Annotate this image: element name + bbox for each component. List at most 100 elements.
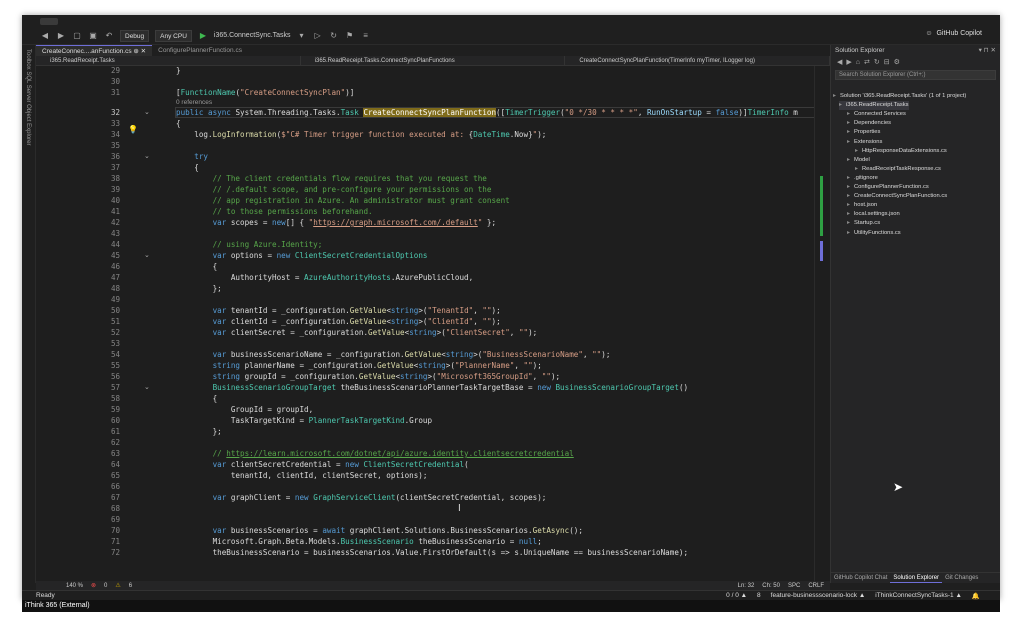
notification-icon[interactable]: 🔔 xyxy=(972,592,980,600)
error-icon[interactable]: ⊗ xyxy=(91,582,96,589)
comment-icon[interactable]: ≡ xyxy=(361,31,371,41)
change-marker xyxy=(820,241,823,261)
configuration-dropdown[interactable]: Debug xyxy=(120,29,150,42)
code-line-32: public async System.Threading.Tasks.Task… xyxy=(175,107,817,118)
expand-icon[interactable]: ▸ xyxy=(855,165,862,174)
tree-item[interactable]: ▸ Extensions xyxy=(847,138,882,147)
run-target-button[interactable]: i365.ConnectSync.Tasks xyxy=(214,32,291,39)
tree-item[interactable]: ▸ Properties xyxy=(847,128,880,137)
expand-icon[interactable]: ▸ xyxy=(847,229,854,238)
warning-count[interactable]: 6 xyxy=(129,583,132,589)
fold-chevron-icon[interactable]: ⌄ xyxy=(144,251,150,259)
code-lines[interactable]: } [FunctionName("CreateConnectSyncPlan")… xyxy=(175,66,817,583)
tree-item[interactable]: ▸ Connected Services xyxy=(847,110,906,119)
forward-icon[interactable]: ▶ xyxy=(56,31,66,41)
reference-count[interactable]: 0 references xyxy=(176,99,816,106)
tree-item[interactable]: ▸ .gitignore xyxy=(847,174,878,183)
code-line-52: var clientSecret = _configuration.GetVal… xyxy=(176,328,538,337)
expand-icon[interactable]: ▸ xyxy=(847,192,854,201)
tree-item[interactable]: ▸ Dependencies xyxy=(847,119,891,128)
home-icon[interactable]: ⌂ xyxy=(856,59,860,66)
indent-indicator[interactable]: SPC xyxy=(788,583,800,589)
back-icon[interactable]: ◀ xyxy=(837,58,842,66)
line-indicator[interactable]: Ln: 32 xyxy=(738,583,755,589)
expand-icon[interactable]: ▸ xyxy=(847,128,854,137)
back-icon[interactable]: ◀ xyxy=(40,31,50,41)
line-ending-indicator[interactable]: CRLF xyxy=(808,583,824,589)
line-number: 43 xyxy=(110,229,120,238)
save-icon[interactable]: ▣ xyxy=(88,31,98,41)
docs-link[interactable]: https://learn.microsoft.com/dotnet/api/a… xyxy=(226,449,573,458)
tree-item[interactable]: ▸ Startup.cs xyxy=(847,219,880,228)
zoom-level[interactable]: 140 % xyxy=(66,583,83,589)
expand-icon[interactable]: ▸ xyxy=(847,110,854,119)
repo-selector[interactable]: iThinkConnectSyncTasks-1 ▲ xyxy=(875,592,962,600)
forward-icon[interactable]: ▶ xyxy=(846,58,851,66)
pending-changes[interactable]: 8 xyxy=(757,592,761,600)
toolbox-label[interactable]: Toolbox SQL Server Object Explorer xyxy=(25,49,31,146)
expand-icon[interactable]: ▸ xyxy=(847,183,854,192)
tree-item-label: Connected Services xyxy=(854,111,906,118)
new-file-icon[interactable]: ▢ xyxy=(72,31,82,41)
expand-icon[interactable]: ▸ xyxy=(847,210,854,219)
tree-item[interactable]: ▸ Solution 'i365.ReadReceipt.Tasks' (1 of… xyxy=(833,92,966,101)
tab-copilot-chat[interactable]: GitHub Copilot Chat xyxy=(831,573,890,583)
error-count[interactable]: 0 xyxy=(104,583,107,589)
run-icon[interactable]: ▶ xyxy=(198,31,208,41)
code-editor[interactable]: 29 30 31 32 33 34 35 36 37 38 39 40 41 42 43 44 45 46 47 48… xyxy=(36,66,830,583)
fold-chevron-icon[interactable]: ⌄ xyxy=(144,108,150,116)
tree-item[interactable]: ▸ HttpResponseDataExtensions.cs xyxy=(855,147,947,156)
lightbulb-icon[interactable]: 💡 xyxy=(128,125,138,134)
class-dropdown[interactable]: i365.ReadReceipt.Tasks.ConnectSyncPlanFu… xyxy=(301,56,566,65)
tree-item[interactable]: ▸ UtilityFunctions.cs xyxy=(847,229,901,238)
branch-selector[interactable]: feature-businessscenario-lock ▲ xyxy=(771,592,866,600)
tab-solution-explorer[interactable]: Solution Explorer xyxy=(890,573,943,583)
code-line-65: tenantId, clientId, clientSecret, option… xyxy=(176,471,428,480)
start-without-debug-icon[interactable]: ▷ xyxy=(313,31,323,41)
refresh-icon[interactable]: ↻ xyxy=(874,58,880,66)
tab-git-changes[interactable]: Git Changes xyxy=(942,573,981,583)
status-bar: Ready 0 / 0 ▲ 8 feature-businessscenario… xyxy=(22,590,1000,600)
fold-chevron-icon[interactable]: ⌄ xyxy=(144,383,150,391)
expand-icon[interactable]: ▸ xyxy=(847,138,854,147)
project-dropdown[interactable]: i365.ReadReceipt.Tasks xyxy=(36,56,301,65)
settings-icon[interactable]: ⚙ xyxy=(894,58,900,66)
tree-item[interactable]: ▸ ConfigurePlannerFunction.cs xyxy=(847,183,929,192)
expand-icon[interactable]: ▸ xyxy=(847,219,854,228)
expand-icon[interactable]: ▸ xyxy=(855,147,862,156)
dropdown-icon[interactable]: ▾ xyxy=(297,31,307,41)
char-indicator[interactable]: Ch: 50 xyxy=(762,583,780,589)
vertical-scrollbar[interactable] xyxy=(814,66,830,583)
fold-chevron-icon[interactable]: ⌄ xyxy=(144,152,150,160)
git-sync-counts[interactable]: 0 / 0 ▲ xyxy=(726,592,747,600)
platform-dropdown[interactable]: Any CPU xyxy=(155,29,192,42)
line-number: 35 xyxy=(110,141,120,150)
bookmark-icon[interactable]: ⚑ xyxy=(345,31,355,41)
expand-icon[interactable]: ▸ xyxy=(847,119,854,128)
scope-link[interactable]: https://graph.microsoft.com/.default xyxy=(313,218,478,227)
expand-icon[interactable]: ▸ xyxy=(847,156,854,165)
github-copilot-button[interactable]: ☺ GitHub Copilot xyxy=(925,30,982,37)
tree-item[interactable]: ▸ local.settings.json xyxy=(847,210,900,219)
expand-icon[interactable]: ▸ xyxy=(833,92,840,101)
collapse-icon[interactable]: ⊟ xyxy=(884,58,890,66)
warning-icon[interactable]: ⚠ xyxy=(115,582,120,589)
solution-search-input[interactable]: Search Solution Explorer (Ctrl+;) xyxy=(835,70,996,80)
sync-icon[interactable]: ⇄ xyxy=(864,58,870,66)
member-dropdown[interactable]: CreateConnectSyncPlanFunction(TimerInfo … xyxy=(565,56,831,65)
line-number: 29 xyxy=(110,66,120,75)
tree-item[interactable]: ▸ Model xyxy=(847,156,870,165)
tree-item[interactable]: ▸ host.json xyxy=(847,201,877,210)
tree-item[interactable]: ▸ ReadReceiptTaskResponse.cs xyxy=(855,165,941,174)
tab-configure-planner[interactable]: ConfigurePlannerFunction.cs xyxy=(152,45,248,56)
expand-icon[interactable]: ▸ xyxy=(847,174,854,183)
expand-icon[interactable]: ▸ xyxy=(839,101,846,110)
refresh-icon[interactable]: ↻ xyxy=(329,31,339,41)
tree-item[interactable]: ▸ i365.ReadReceipt.Tasks xyxy=(839,101,909,110)
expand-icon[interactable]: ▸ xyxy=(847,201,854,210)
undo-icon[interactable]: ↶ xyxy=(104,31,114,41)
tree-item-label: Model xyxy=(854,156,870,163)
panel-controls[interactable]: ▾ ⊓ ✕ xyxy=(979,45,1000,56)
tree-item[interactable]: ▸ CreateConnectSyncPlanFunction.cs xyxy=(847,192,947,201)
tab-create-connect-sync[interactable]: CreateConnec....anFunction.cs ⊕ ✕ xyxy=(36,45,153,56)
